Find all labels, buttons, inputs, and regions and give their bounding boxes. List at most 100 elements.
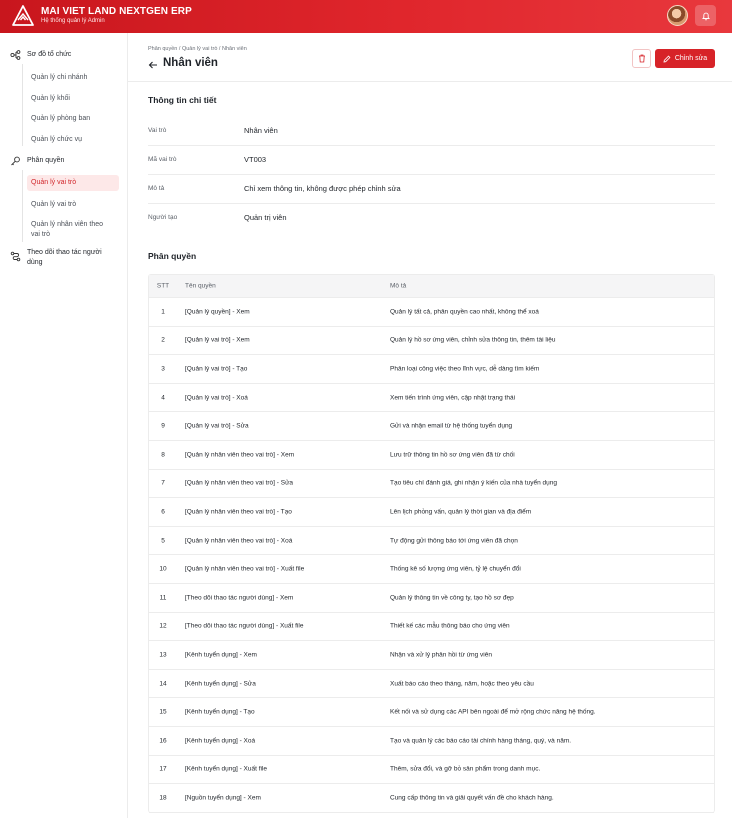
column-header-name: Tên quyền	[185, 282, 216, 290]
notification-button[interactable]	[695, 5, 716, 26]
sidebar-item-blocks[interactable]: Quản lý khối	[27, 91, 119, 107]
delete-button[interactable]	[632, 49, 651, 68]
permission-stt: 15	[159, 708, 167, 716]
table-row: 3 [Quản lý vai trò] - Tạo Phân loại công v…	[149, 355, 714, 384]
column-header-stt: STT	[156, 282, 170, 290]
permission-name: [Quản lý nhân viên theo vai trò] - Xem	[185, 451, 295, 459]
permissions-table: STT Tên quyền Mô tả 1 [Quản lý quyền] - X…	[148, 274, 715, 813]
permission-description: Kết nối và sử dụng các API bên ngoài để …	[390, 708, 596, 716]
permission-stt: 16	[159, 737, 167, 745]
table-row: 11 [Theo dõi thao tác người dùng] - Xem Qu…	[149, 584, 714, 613]
permission-name: [Theo dõi thao tác người dùng] - Xem	[185, 594, 294, 602]
table-row: 18 [Nguồn tuyển dụng] - Xem Cung cấp thông…	[149, 784, 714, 813]
permission-description: Thiết kế các mẫu thông báo cho ứng viên	[390, 622, 510, 630]
permission-description: Phân loại công việc theo lĩnh vực, dễ dà…	[390, 365, 540, 373]
pencil-icon	[663, 55, 671, 62]
permission-name: [Kênh tuyển dụng] - Tạo	[185, 708, 255, 716]
permission-stt: 7	[161, 479, 165, 487]
sidebar-group-permissions[interactable]: Phân quyền	[10, 156, 64, 166]
permissions-section-title: Phân quyền	[148, 251, 197, 261]
sidebar: Sơ đồ tổ chức Quản lý chi nhánh Quản lý …	[0, 33, 128, 818]
permission-description: Tạo và quản lý các báo cáo tài chính hàn…	[390, 737, 572, 745]
sidebar-group-org-chart[interactable]: Sơ đồ tổ chức	[10, 50, 71, 60]
permission-stt: 14	[159, 680, 167, 688]
permission-stt: 6	[161, 508, 165, 516]
permission-name: [Quản lý nhân viên theo vai trò] - Xuất …	[185, 565, 305, 573]
sidebar-tree-line	[22, 64, 23, 146]
permission-description: Quản lý tất cả, phân quyền cao nhất, khô…	[390, 308, 539, 316]
edit-button-label: Chỉnh sửa	[674, 55, 708, 62]
permission-description: Cung cấp thông tin và giải quyết vấn đề …	[390, 794, 554, 802]
detail-row-role: Vai trò Nhân viên	[148, 117, 715, 146]
detail-row-role-code: Mã vai trò VT003	[148, 146, 715, 175]
org-chart-icon	[10, 50, 21, 60]
permission-description: Thống kê số lượng ứng viên, tỷ lệ chuyển…	[390, 565, 521, 573]
permission-name: [Kênh tuyển dụng] - Xuất file	[185, 765, 268, 773]
brand-logo-icon[interactable]	[12, 5, 34, 27]
permission-name: [Quản lý vai trò] - Xem	[185, 336, 250, 344]
permission-name: [Kênh tuyển dụng] - Xem	[185, 651, 257, 659]
table-row: 9 [Quản lý vai trò] - Sửa Gửi và nhận emai…	[149, 412, 714, 441]
permission-name: [Quản lý nhân viên theo vai trò] - Sửa	[185, 479, 294, 487]
sidebar-item-departments[interactable]: Quản lý phòng ban	[27, 111, 119, 127]
sidebar-item-roles[interactable]: Quản lý vai trò	[27, 197, 119, 213]
trash-icon	[638, 54, 645, 63]
detail-value: Chỉ xem thông tin, không được phép chỉnh…	[244, 184, 401, 193]
table-row: 8 [Quản lý nhân viên theo vai trò] - Xem L…	[149, 441, 714, 470]
permission-stt: 8	[161, 451, 165, 459]
permission-stt: 2	[161, 336, 165, 344]
sidebar-item-positions[interactable]: Quản lý chức vụ	[27, 132, 119, 148]
sidebar-item-roles-active[interactable]: Quản lý vai trò	[27, 175, 119, 191]
permission-name: [Quản lý nhân viên theo vai trò] - Tạo	[185, 508, 292, 516]
table-row: 7 [Quản lý nhân viên theo vai trò] - Sửa T…	[149, 470, 714, 499]
permission-description: Gửi và nhận email từ hệ thống tuyển dụng	[390, 422, 513, 430]
permission-stt: 3	[161, 365, 165, 373]
permission-description: Tự động gửi thông báo tới ứng viên đã ch…	[390, 537, 518, 545]
permission-description: Quản lý thông tin về công ty, tạo hồ sơ …	[390, 594, 514, 602]
column-header-description: Mô tả	[390, 282, 407, 290]
breadcrumb: Phân quyền / Quản lý vai trò / Nhân viên	[148, 46, 247, 52]
permission-stt: 1	[161, 308, 165, 316]
permission-description: Nhận và xử lý phản hồi từ ứng viên	[390, 651, 492, 659]
permission-stt: 18	[159, 794, 167, 802]
detail-label: Vai trò	[148, 127, 167, 134]
permission-description: Tạo tiêu chí đánh giá, ghi nhận ý kiến c…	[390, 479, 557, 487]
permission-stt: 9	[161, 422, 165, 430]
sidebar-group-user-tracking[interactable]: Theo dõi thao tác người dùng	[10, 248, 118, 268]
permission-stt: 13	[159, 651, 167, 659]
bell-icon	[701, 12, 710, 20]
detail-label: Người tạo	[148, 214, 178, 221]
permission-stt: 11	[159, 594, 167, 602]
permission-stt: 4	[161, 394, 165, 402]
sidebar-item-staff-by-role[interactable]: Quản lý nhân viên theo vai trò	[27, 217, 117, 243]
permission-description: Thêm, sửa đổi, và gỡ bỏ sản phẩm trong d…	[390, 765, 541, 773]
detail-value: Quản trị viên	[244, 213, 287, 222]
permission-name: [Kênh tuyển dụng] - Sửa	[185, 680, 256, 688]
permission-stt: 10	[159, 565, 167, 573]
permission-description: Lên lịch phỏng vấn, quản lý thời gian và…	[390, 508, 532, 516]
sidebar-group-label: Sơ đồ tổ chức	[27, 51, 72, 58]
table-row: 16 [Kênh tuyển dụng] - Xoá Tạo và quản lý …	[149, 727, 714, 756]
permission-description: Xem tiến trình ứng viên, cập nhật trạng …	[390, 394, 516, 402]
sidebar-item-branches[interactable]: Quản lý chi nhánh	[27, 70, 119, 86]
permission-name: [Nguồn tuyển dụng] - Xem	[185, 794, 261, 802]
table-row: 13 [Kênh tuyển dụng] - Xem Nhận và xử lý p…	[149, 641, 714, 670]
edit-button[interactable]: Chỉnh sửa	[655, 49, 715, 68]
table-row: 10 [Quản lý nhân viên theo vai trò] - Xuấ…	[149, 555, 714, 584]
detail-row-creator: Người tạo Quản trị viên	[148, 204, 715, 233]
permission-description: Xuất báo cáo theo tháng, năm, hoặc theo …	[390, 680, 534, 688]
table-header-row: STT Tên quyền Mô tả	[149, 275, 714, 298]
permission-name: [Quản lý vai trò] - Xoá	[185, 394, 248, 402]
app-subtitle: Hệ thống quản lý Admin	[41, 18, 105, 24]
user-avatar[interactable]	[667, 5, 688, 26]
arrow-left-icon[interactable]	[148, 60, 158, 70]
route-icon	[10, 251, 21, 262]
top-header: MAI VIET LAND NEXTGEN ERP Hệ thống quản …	[0, 0, 732, 33]
permission-name: [Quản lý nhân viên theo vai trò] - Xoá	[185, 537, 293, 545]
main-content: Phân quyền / Quản lý vai trò / Nhân viên…	[128, 33, 732, 818]
permission-stt: 17	[159, 765, 167, 773]
permission-name: [Quản lý vai trò] - Sửa	[185, 422, 249, 430]
sidebar-group-label: Phân quyền	[27, 157, 65, 164]
permission-name: [Theo dõi thao tác người dùng] - Xuất fi…	[185, 622, 304, 630]
table-row: 1 [Quản lý quyền] - Xem Quản lý tất cả, ph…	[149, 298, 714, 327]
